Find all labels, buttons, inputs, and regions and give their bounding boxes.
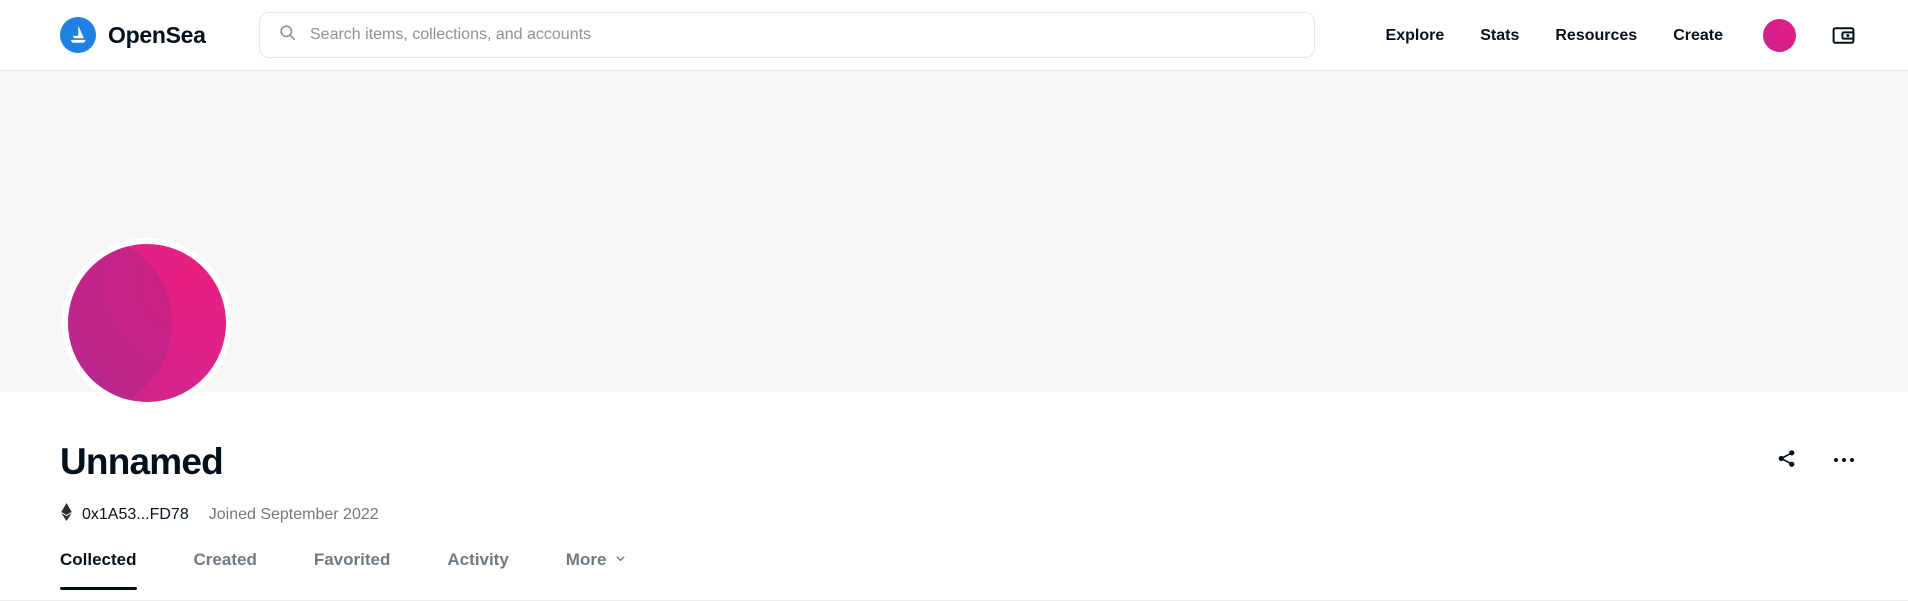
profile-meta: 0x1A53...FD78 Joined September 2022 [60, 503, 379, 526]
search-input[interactable] [310, 26, 1296, 44]
search-container [259, 12, 1315, 58]
wallet-address[interactable]: 0x1A53...FD78 [60, 503, 189, 526]
tab-label: Created [193, 550, 257, 569]
tab-created[interactable]: Created [194, 539, 257, 590]
ethereum-icon [60, 503, 73, 526]
search-box[interactable] [259, 12, 1315, 58]
share-button[interactable] [1768, 442, 1804, 478]
wallet-address-text: 0x1A53...FD78 [82, 505, 189, 523]
main-navigation: Explore Stats Resources Create [1368, 0, 1860, 71]
profile-avatar[interactable] [62, 238, 232, 408]
nav-link-resources[interactable]: Resources [1537, 27, 1655, 45]
site-header: OpenSea Explore Stats Resources Create [0, 0, 1908, 71]
more-options-button[interactable] [1826, 442, 1862, 478]
brand-name: OpenSea [108, 21, 206, 48]
profile-actions [1768, 442, 1862, 478]
chevron-down-icon [614, 550, 627, 570]
tab-label: Favorited [313, 550, 391, 569]
tab-label: Collected [60, 550, 137, 569]
joined-date: Joined September 2022 [208, 505, 379, 523]
tab-favorited[interactable]: Favorited [314, 539, 391, 590]
share-icon [1776, 448, 1797, 472]
tab-collected[interactable]: Collected [60, 539, 137, 590]
brand-home-link[interactable]: OpenSea [60, 17, 206, 53]
tab-label: Activity [447, 550, 509, 569]
tab-activity[interactable]: Activity [447, 539, 508, 590]
nav-link-stats[interactable]: Stats [1462, 27, 1537, 45]
search-icon [278, 23, 297, 47]
tab-label: More [565, 550, 607, 569]
more-options-icon [1834, 458, 1854, 462]
wallet-icon[interactable] [1831, 23, 1856, 48]
sailboat-logo-icon [60, 17, 96, 53]
nav-link-explore[interactable]: Explore [1368, 27, 1463, 45]
profile-tabs: Collected Created Favorited Activity Mor… [0, 539, 1908, 601]
nav-link-create[interactable]: Create [1655, 27, 1741, 45]
account-avatar[interactable] [1763, 19, 1796, 52]
tab-more[interactable]: More [566, 539, 628, 590]
profile-banner [0, 71, 1908, 392]
page-title: Unnamed [60, 441, 224, 482]
